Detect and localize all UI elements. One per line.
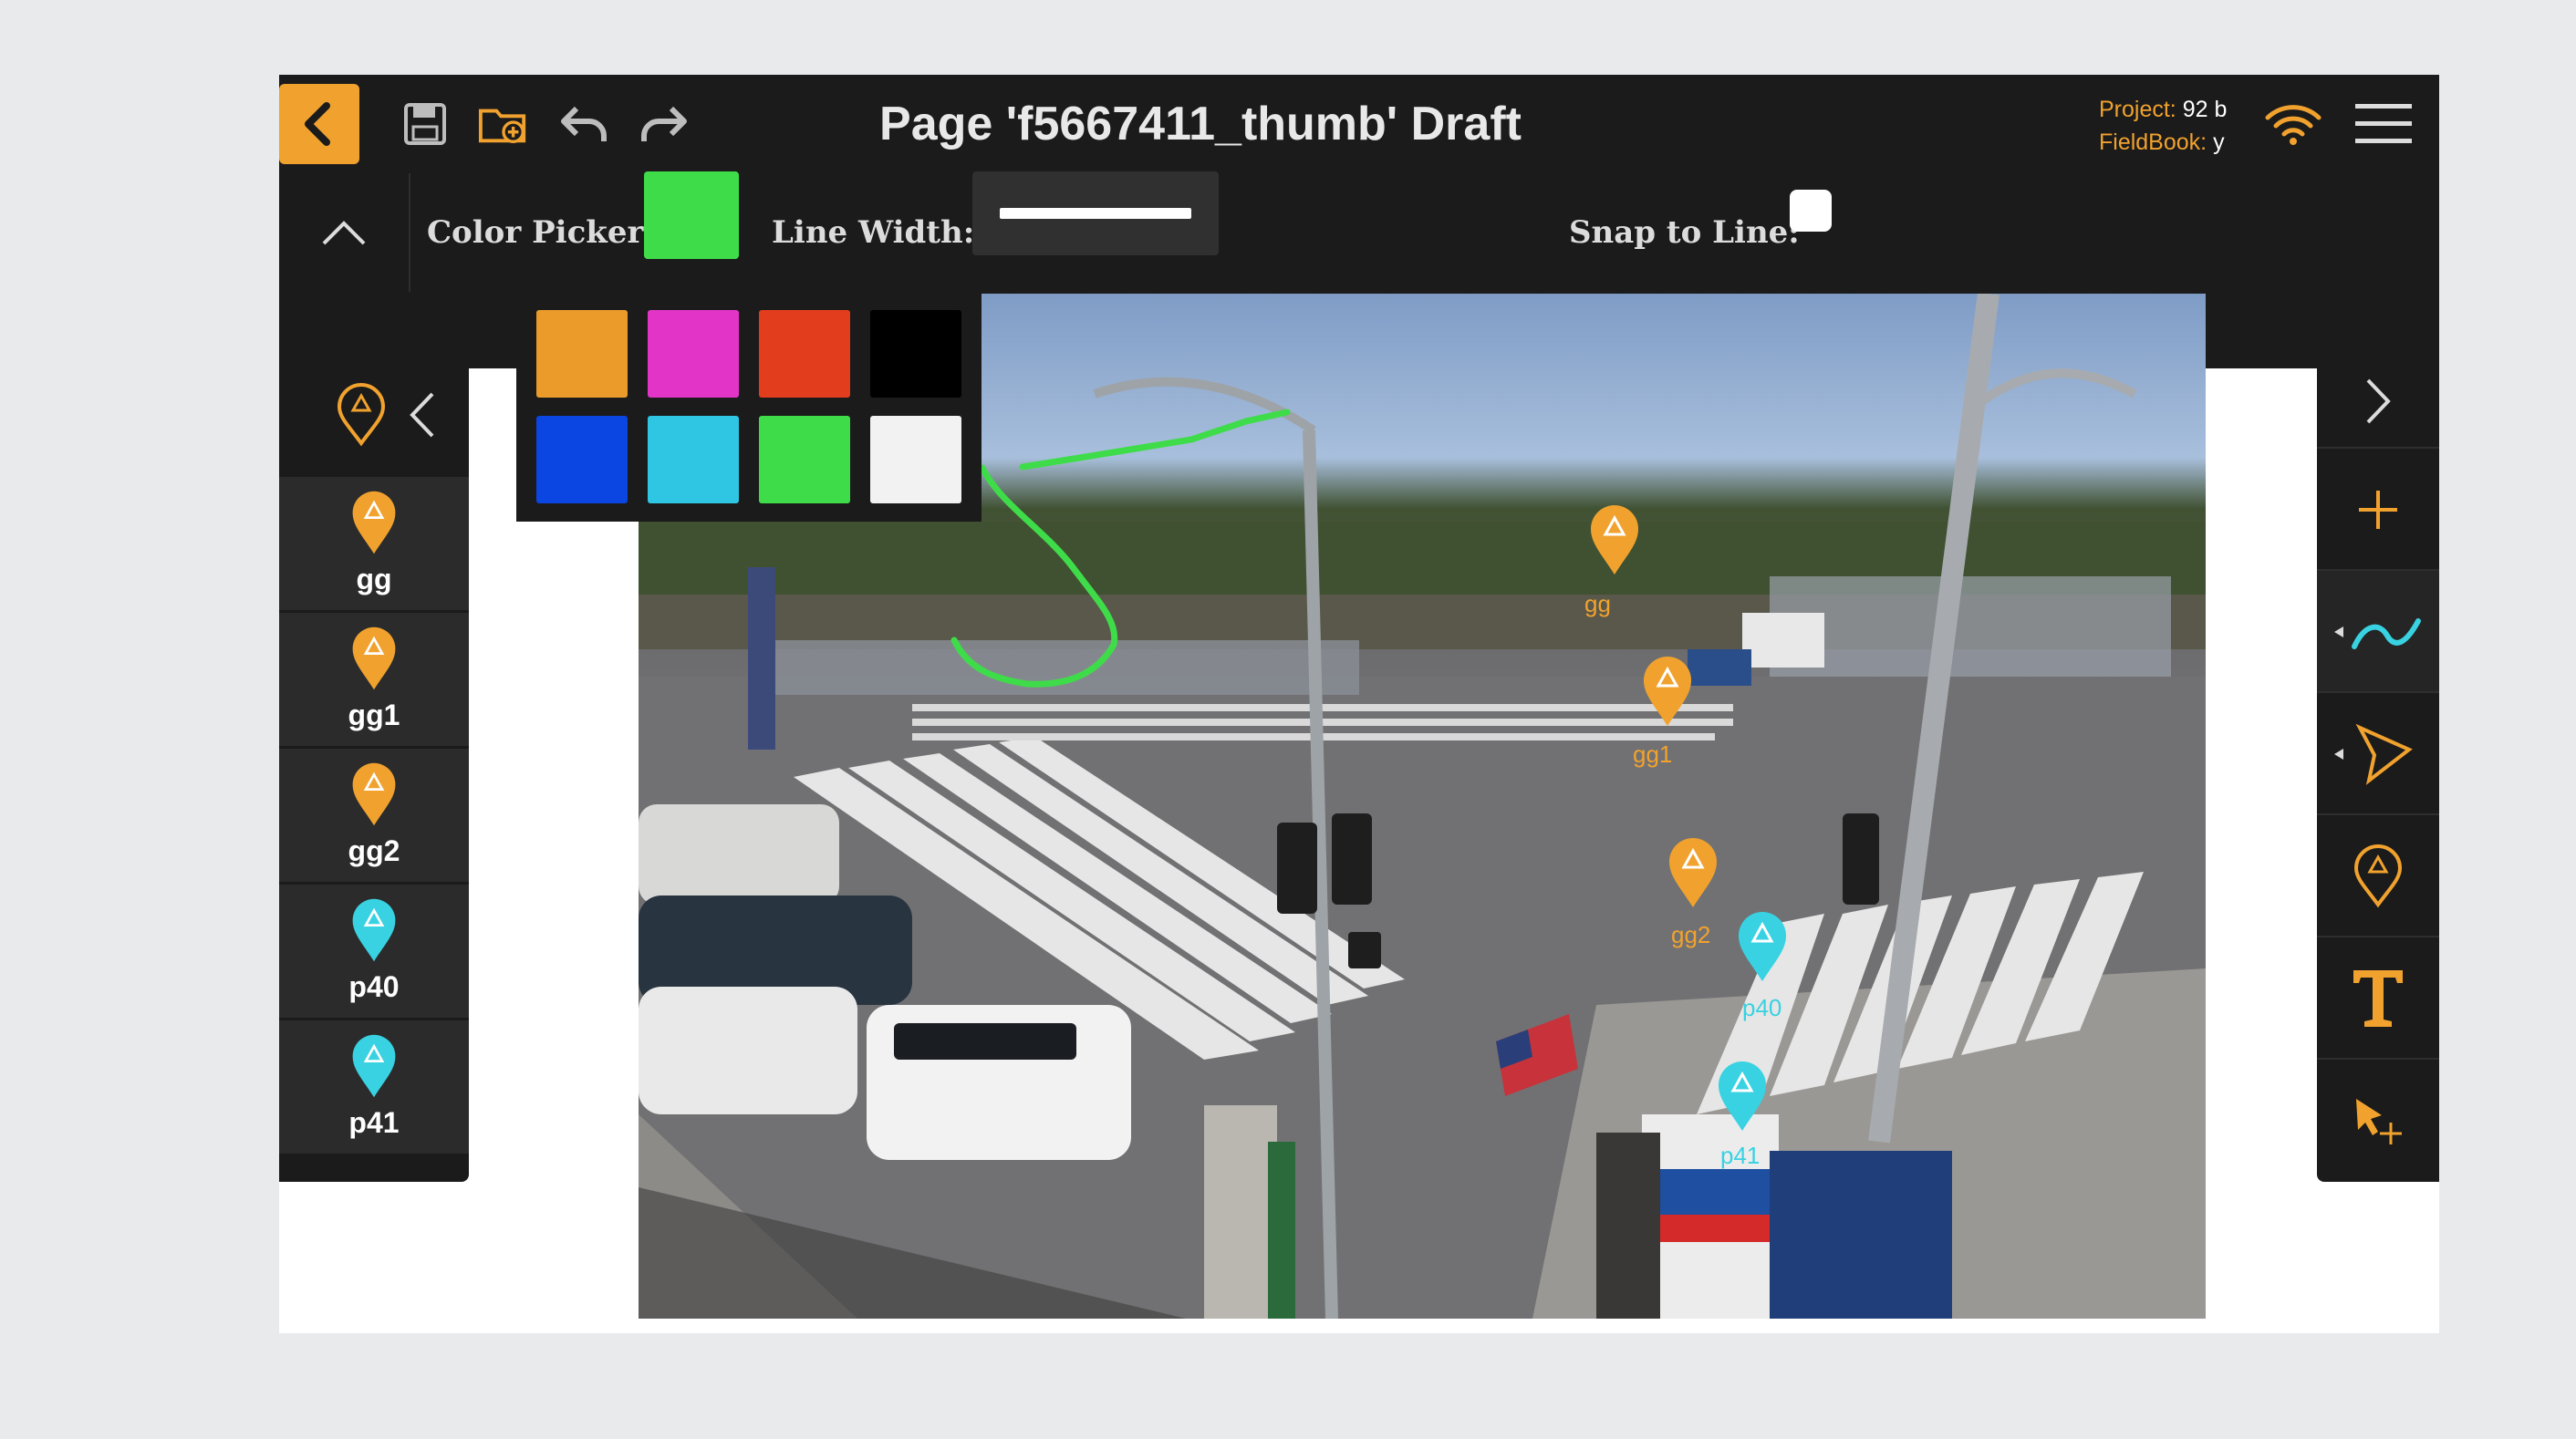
collapse-toolbar-button[interactable] — [279, 173, 410, 292]
color-swatch-magenta[interactable] — [648, 310, 739, 398]
back-arrow-icon — [305, 102, 330, 146]
select-move-tool[interactable] — [2317, 1058, 2439, 1182]
color-palette-popup — [516, 294, 982, 522]
marker-pin-icon — [1591, 505, 1638, 575]
text-tool[interactable] — [2317, 936, 2439, 1060]
color-picker-swatch[interactable] — [644, 171, 739, 259]
marker-list-item[interactable]: gg — [279, 474, 469, 610]
marker-list-item[interactable]: p41 — [279, 1018, 469, 1154]
chevron-right-icon — [2366, 378, 2391, 424]
collapse-markers-panel-button[interactable] — [407, 388, 443, 442]
marker-pin-icon — [1669, 838, 1717, 907]
marker-pin-icon — [1739, 912, 1786, 981]
folder-add-icon — [478, 109, 526, 143]
open-folder-button[interactable] — [478, 98, 529, 150]
map-marker-p40[interactable] — [1735, 910, 1790, 983]
map-label-p40: p40 — [1742, 994, 1782, 1021]
map-marker-p41[interactable] — [1715, 1060, 1770, 1133]
color-swatch-white[interactable] — [870, 416, 961, 503]
undo-button[interactable] — [558, 98, 609, 150]
marker-list-label: p41 — [348, 1106, 400, 1139]
markers-panel-header — [279, 356, 469, 474]
save-button[interactable] — [400, 98, 451, 150]
map-marker-gg2[interactable] — [1666, 836, 1720, 909]
hamburger-menu-icon — [2355, 104, 2412, 143]
marker-list-item[interactable]: p40 — [279, 882, 469, 1018]
tools-panel — [2317, 356, 2439, 1182]
fieldbook-value: y — [2213, 129, 2225, 155]
marker-pin-icon — [352, 762, 396, 826]
marker-list-label: gg2 — [348, 834, 400, 867]
markers-panel: gg gg1 gg2 p40 p41 — [279, 356, 469, 1182]
map-label-gg2: gg2 — [1671, 921, 1711, 948]
project-label: Project: — [2099, 97, 2176, 122]
map-marker-gg[interactable] — [1587, 503, 1642, 576]
chevron-up-icon — [322, 221, 366, 245]
back-button[interactable] — [279, 84, 359, 164]
chevron-left-icon — [410, 392, 434, 438]
top-bar: Page 'f5667411_thumb' Draft Project: 92 … — [279, 75, 2439, 173]
color-swatch-black[interactable] — [870, 310, 961, 398]
map-label-p41: p41 — [1720, 1142, 1761, 1169]
project-info: Project: 92 b FieldBook: y — [2099, 93, 2227, 159]
color-swatch-green[interactable] — [759, 416, 850, 503]
marker-outline-icon — [337, 383, 386, 447]
marker-list-item[interactable]: gg1 — [279, 610, 469, 746]
text-tool-icon — [2353, 970, 2403, 1027]
wifi-status[interactable] — [2264, 98, 2322, 150]
select-move-icon — [2356, 1099, 2402, 1144]
fieldbook-label: FieldBook: — [2099, 129, 2207, 155]
page-title: Page 'f5667411_thumb' Draft — [879, 98, 1522, 150]
wifi-icon — [2265, 105, 2322, 145]
freehand-line-tool[interactable] — [2317, 569, 2439, 693]
color-swatch-cyan[interactable] — [648, 416, 739, 503]
marker-pin-icon — [352, 898, 396, 962]
save-icon — [404, 103, 446, 145]
redo-button[interactable] — [639, 98, 690, 150]
menu-button[interactable] — [2352, 98, 2415, 150]
project-value: 92 b — [2182, 97, 2228, 122]
polygon-icon — [2334, 723, 2413, 785]
marker-list-item[interactable]: gg2 — [279, 746, 469, 882]
snap-to-line-label: Snap to Line: — [1569, 214, 1800, 251]
marker-list-label: gg — [356, 563, 392, 595]
marker-pin-icon — [352, 626, 396, 690]
plus-icon — [2359, 491, 2397, 529]
redo-icon — [641, 106, 687, 141]
undo-icon — [561, 106, 607, 141]
map-label-gg1: gg1 — [1633, 740, 1673, 768]
expand-tools-button[interactable] — [2317, 356, 2439, 447]
freehand-line-icon — [2334, 618, 2421, 649]
color-swatch-red[interactable] — [759, 310, 850, 398]
polygon-tool[interactable] — [2317, 691, 2439, 815]
marker-list-label: gg1 — [348, 699, 400, 731]
map-label-gg: gg — [1584, 590, 1611, 617]
marker-pin-icon — [352, 1034, 396, 1098]
color-swatch-blue[interactable] — [536, 416, 628, 503]
color-swatch-orange[interactable] — [536, 310, 628, 398]
line-width-selector[interactable] — [972, 171, 1219, 255]
marker-icon — [2353, 844, 2403, 908]
app-window: Page 'f5667411_thumb' Draft Project: 92 … — [279, 75, 2439, 1333]
marker-pin-icon — [352, 491, 396, 554]
marker-tool[interactable] — [2317, 813, 2439, 937]
color-picker-label: Color Picker: — [427, 214, 655, 251]
marker-pin-icon — [1644, 657, 1691, 726]
add-tool-button[interactable] — [2317, 447, 2439, 571]
marker-list-label: p40 — [348, 970, 400, 1003]
snap-to-line-checkbox[interactable] — [1790, 190, 1832, 232]
line-width-label: Line Width: — [772, 214, 975, 251]
line-width-preview — [1000, 208, 1191, 219]
map-marker-gg1[interactable] — [1640, 655, 1695, 728]
marker-pin-icon — [1719, 1061, 1766, 1131]
